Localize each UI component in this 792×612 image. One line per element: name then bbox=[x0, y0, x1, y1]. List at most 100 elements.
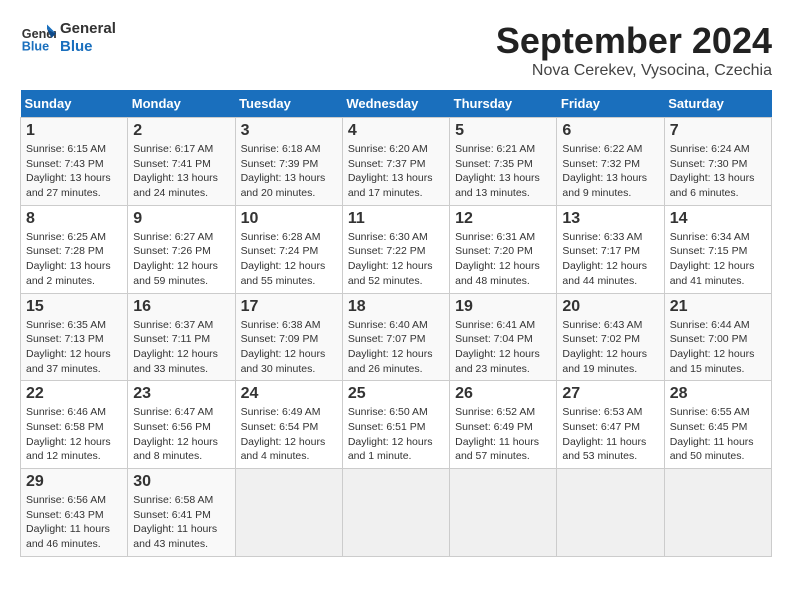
day-info: Sunrise: 6:31 AM Sunset: 7:20 PM Dayligh… bbox=[455, 230, 551, 289]
day-number: 23 bbox=[133, 385, 229, 403]
calendar-cell bbox=[342, 469, 449, 557]
logo: General Blue General Blue bbox=[20, 20, 116, 56]
day-info: Sunrise: 6:24 AM Sunset: 7:30 PM Dayligh… bbox=[670, 142, 766, 201]
calendar-cell bbox=[450, 469, 557, 557]
calendar-cell: 29 Sunrise: 6:56 AM Sunset: 6:43 PM Dayli… bbox=[21, 469, 128, 557]
header-saturday: Saturday bbox=[664, 90, 771, 118]
calendar-cell: 24 Sunrise: 6:49 AM Sunset: 6:54 PM Dayli… bbox=[235, 381, 342, 469]
logo-blue: Blue bbox=[60, 38, 116, 56]
calendar-cell: 25Sunrise: 6:50 AM Sunset: 6:51 PM Dayli… bbox=[342, 381, 449, 469]
header: General Blue General Blue September 2024… bbox=[20, 20, 772, 80]
header-sunday: Sunday bbox=[21, 90, 128, 118]
header-monday: Monday bbox=[128, 90, 235, 118]
day-number: 2 bbox=[133, 122, 229, 140]
calendar-cell: 4Sunrise: 6:20 AM Sunset: 7:37 PM Daylig… bbox=[342, 118, 449, 206]
calendar-cell: 12 Sunrise: 6:31 AM Sunset: 7:20 PM Dayli… bbox=[450, 205, 557, 293]
calendar-week-row: 8Sunrise: 6:25 AM Sunset: 7:28 PM Daylig… bbox=[21, 205, 772, 293]
day-info: Sunrise: 6:18 AM Sunset: 7:39 PM Dayligh… bbox=[241, 142, 337, 201]
header-wednesday: Wednesday bbox=[342, 90, 449, 118]
calendar-cell: 22 Sunrise: 6:46 AM Sunset: 6:58 PM Dayli… bbox=[21, 381, 128, 469]
day-number: 17 bbox=[241, 298, 337, 316]
day-number: 20 bbox=[562, 298, 658, 316]
calendar-cell: 8Sunrise: 6:25 AM Sunset: 7:28 PM Daylig… bbox=[21, 205, 128, 293]
day-info: Sunrise: 6:35 AM Sunset: 7:13 PM Dayligh… bbox=[26, 318, 122, 377]
calendar-cell: 30 Sunrise: 6:58 AM Sunset: 6:41 PM Dayli… bbox=[128, 469, 235, 557]
day-info: Sunrise: 6:40 AM Sunset: 7:07 PM Dayligh… bbox=[348, 318, 444, 377]
day-info: Sunrise: 6:22 AM Sunset: 7:32 PM Dayligh… bbox=[562, 142, 658, 201]
page-subtitle: Nova Cerekev, Vysocina, Czechia bbox=[496, 62, 772, 80]
day-number: 21 bbox=[670, 298, 766, 316]
calendar-cell bbox=[235, 469, 342, 557]
day-number: 4 bbox=[348, 122, 444, 140]
day-info: Sunrise: 6:37 AM Sunset: 7:11 PM Dayligh… bbox=[133, 318, 229, 377]
calendar-cell bbox=[664, 469, 771, 557]
day-info: Sunrise: 6:30 AM Sunset: 7:22 PM Dayligh… bbox=[348, 230, 444, 289]
calendar-cell: 26Sunrise: 6:52 AM Sunset: 6:49 PM Dayli… bbox=[450, 381, 557, 469]
day-number: 9 bbox=[133, 210, 229, 228]
day-number: 11 bbox=[348, 210, 444, 228]
day-number: 18 bbox=[348, 298, 444, 316]
day-number: 16 bbox=[133, 298, 229, 316]
day-number: 1 bbox=[26, 122, 122, 140]
calendar-cell: 3 Sunrise: 6:18 AM Sunset: 7:39 PM Daylig… bbox=[235, 118, 342, 206]
calendar-cell: 19Sunrise: 6:41 AM Sunset: 7:04 PM Dayli… bbox=[450, 293, 557, 381]
calendar-week-row: 1 Sunrise: 6:15 AM Sunset: 7:43 PM Daylig… bbox=[21, 118, 772, 206]
day-info: Sunrise: 6:41 AM Sunset: 7:04 PM Dayligh… bbox=[455, 318, 551, 377]
logo-icon: General Blue bbox=[20, 20, 56, 56]
day-number: 7 bbox=[670, 122, 766, 140]
day-number: 30 bbox=[133, 473, 229, 491]
calendar-week-row: 29 Sunrise: 6:56 AM Sunset: 6:43 PM Dayli… bbox=[21, 469, 772, 557]
day-number: 22 bbox=[26, 385, 122, 403]
calendar-cell: 21 Sunrise: 6:44 AM Sunset: 7:00 PM Dayli… bbox=[664, 293, 771, 381]
calendar-cell: 2Sunrise: 6:17 AM Sunset: 7:41 PM Daylig… bbox=[128, 118, 235, 206]
day-info: Sunrise: 6:27 AM Sunset: 7:26 PM Dayligh… bbox=[133, 230, 229, 289]
title-section: September 2024 Nova Cerekev, Vysocina, C… bbox=[496, 20, 772, 80]
day-info: Sunrise: 6:53 AM Sunset: 6:47 PM Dayligh… bbox=[562, 405, 658, 464]
calendar-table: Sunday Monday Tuesday Wednesday Thursday… bbox=[20, 90, 772, 557]
calendar-week-row: 22 Sunrise: 6:46 AM Sunset: 6:58 PM Dayli… bbox=[21, 381, 772, 469]
day-number: 24 bbox=[241, 385, 337, 403]
day-number: 5 bbox=[455, 122, 551, 140]
day-info: Sunrise: 6:55 AM Sunset: 6:45 PM Dayligh… bbox=[670, 405, 766, 464]
day-number: 6 bbox=[562, 122, 658, 140]
calendar-cell: 1 Sunrise: 6:15 AM Sunset: 7:43 PM Daylig… bbox=[21, 118, 128, 206]
calendar-cell: 28 Sunrise: 6:55 AM Sunset: 6:45 PM Dayli… bbox=[664, 381, 771, 469]
day-info: Sunrise: 6:49 AM Sunset: 6:54 PM Dayligh… bbox=[241, 405, 337, 464]
day-number: 27 bbox=[562, 385, 658, 403]
day-info: Sunrise: 6:28 AM Sunset: 7:24 PM Dayligh… bbox=[241, 230, 337, 289]
calendar-cell: 13Sunrise: 6:33 AM Sunset: 7:17 PM Dayli… bbox=[557, 205, 664, 293]
calendar-cell: 15 Sunrise: 6:35 AM Sunset: 7:13 PM Dayli… bbox=[21, 293, 128, 381]
day-info: Sunrise: 6:34 AM Sunset: 7:15 PM Dayligh… bbox=[670, 230, 766, 289]
header-tuesday: Tuesday bbox=[235, 90, 342, 118]
calendar-cell: 9 Sunrise: 6:27 AM Sunset: 7:26 PM Daylig… bbox=[128, 205, 235, 293]
calendar-cell: 6 Sunrise: 6:22 AM Sunset: 7:32 PM Daylig… bbox=[557, 118, 664, 206]
day-info: Sunrise: 6:56 AM Sunset: 6:43 PM Dayligh… bbox=[26, 493, 122, 552]
day-info: Sunrise: 6:50 AM Sunset: 6:51 PM Dayligh… bbox=[348, 405, 444, 464]
page-title: September 2024 bbox=[496, 20, 772, 62]
day-number: 28 bbox=[670, 385, 766, 403]
day-number: 26 bbox=[455, 385, 551, 403]
day-number: 15 bbox=[26, 298, 122, 316]
day-number: 8 bbox=[26, 210, 122, 228]
calendar-cell: 27 Sunrise: 6:53 AM Sunset: 6:47 PM Dayli… bbox=[557, 381, 664, 469]
calendar-cell bbox=[557, 469, 664, 557]
logo-general: General bbox=[60, 20, 116, 38]
svg-text:Blue: Blue bbox=[22, 40, 49, 54]
day-info: Sunrise: 6:46 AM Sunset: 6:58 PM Dayligh… bbox=[26, 405, 122, 464]
header-friday: Friday bbox=[557, 90, 664, 118]
calendar-cell: 17Sunrise: 6:38 AM Sunset: 7:09 PM Dayli… bbox=[235, 293, 342, 381]
calendar-cell: 23Sunrise: 6:47 AM Sunset: 6:56 PM Dayli… bbox=[128, 381, 235, 469]
day-info: Sunrise: 6:43 AM Sunset: 7:02 PM Dayligh… bbox=[562, 318, 658, 377]
calendar-cell: 11 Sunrise: 6:30 AM Sunset: 7:22 PM Dayli… bbox=[342, 205, 449, 293]
day-info: Sunrise: 6:58 AM Sunset: 6:41 PM Dayligh… bbox=[133, 493, 229, 552]
day-number: 3 bbox=[241, 122, 337, 140]
day-info: Sunrise: 6:44 AM Sunset: 7:00 PM Dayligh… bbox=[670, 318, 766, 377]
calendar-week-row: 15 Sunrise: 6:35 AM Sunset: 7:13 PM Dayli… bbox=[21, 293, 772, 381]
calendar-cell: 18 Sunrise: 6:40 AM Sunset: 7:07 PM Dayli… bbox=[342, 293, 449, 381]
day-number: 29 bbox=[26, 473, 122, 491]
calendar-cell: 7 Sunrise: 6:24 AM Sunset: 7:30 PM Daylig… bbox=[664, 118, 771, 206]
day-info: Sunrise: 6:33 AM Sunset: 7:17 PM Dayligh… bbox=[562, 230, 658, 289]
day-info: Sunrise: 6:15 AM Sunset: 7:43 PM Dayligh… bbox=[26, 142, 122, 201]
day-number: 10 bbox=[241, 210, 337, 228]
day-number: 12 bbox=[455, 210, 551, 228]
